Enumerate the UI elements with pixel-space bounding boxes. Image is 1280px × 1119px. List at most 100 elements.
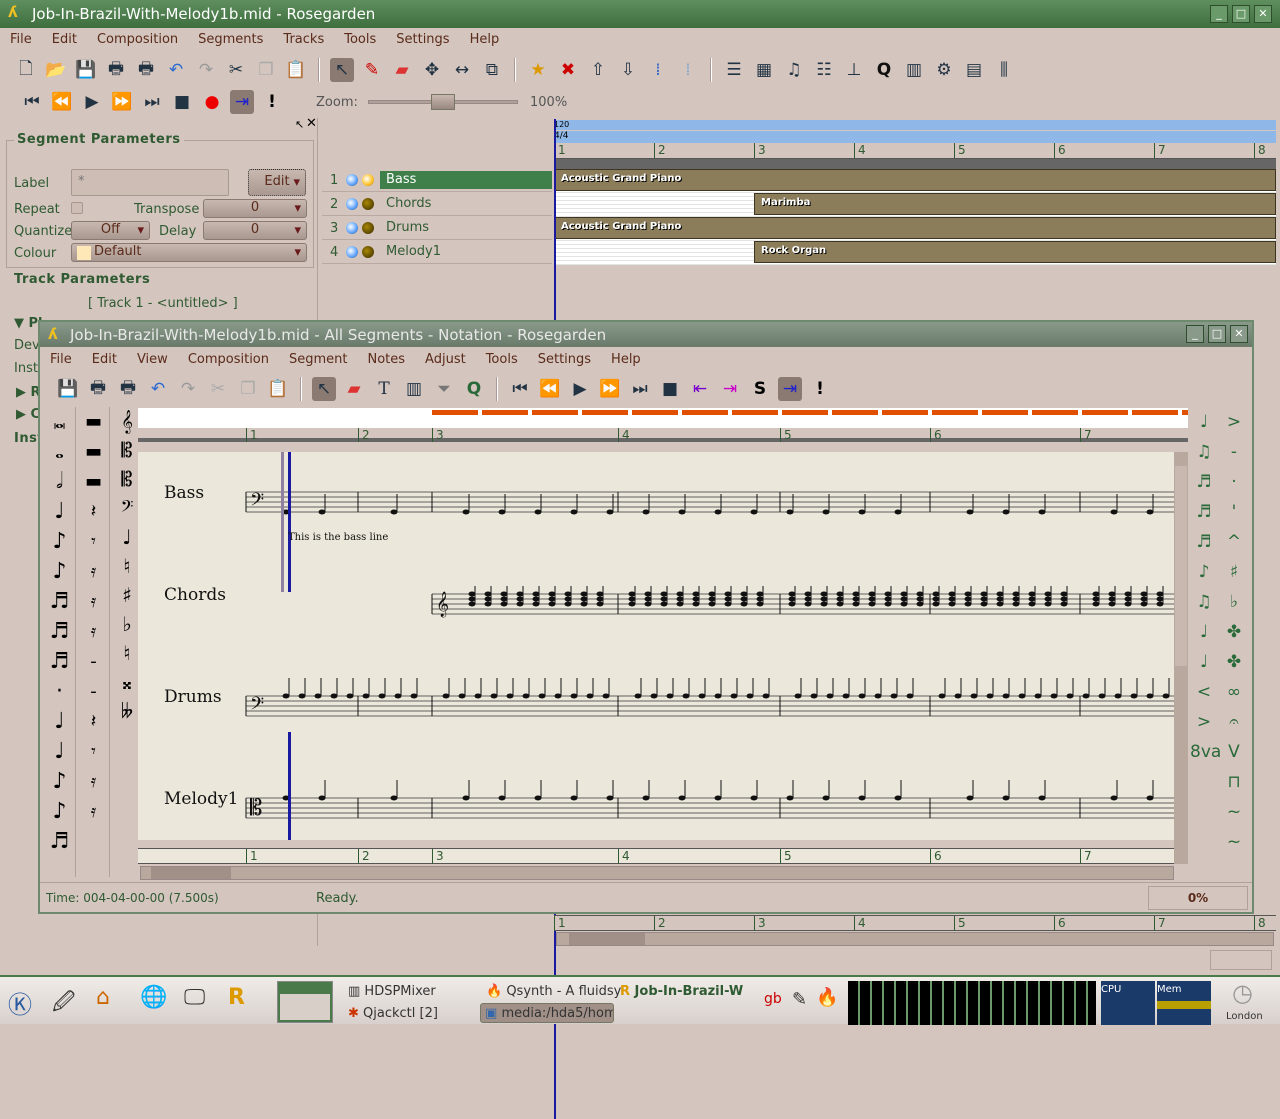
solo-icon[interactable]: S — [748, 377, 772, 401]
notation-vertical-scrollbar[interactable] — [1174, 452, 1188, 864]
notation-horizontal-scrollbar[interactable] — [140, 866, 1174, 880]
select-tool-icon[interactable]: ↖ — [330, 58, 354, 82]
print-icon[interactable]: 🖶 — [86, 377, 110, 401]
cut-icon[interactable]: ✂ — [224, 58, 248, 82]
notation-menu-segment[interactable]: Segment — [279, 352, 358, 367]
draw-tool-icon[interactable]: ✎ — [360, 58, 384, 82]
kde-menu-icon[interactable]: Ⓚ — [8, 985, 32, 1020]
keyboard-layout-icon[interactable]: gb — [764, 991, 782, 1007]
segment-drums[interactable]: Acoustic Grand Piano — [554, 217, 1276, 239]
terminal-icon[interactable]: 🖵 — [184, 985, 205, 1010]
menu-file[interactable]: File — [0, 32, 42, 47]
rewind-icon[interactable]: ⏪ — [50, 90, 74, 114]
guitar-chord-icon[interactable]: ▥ — [402, 377, 426, 401]
redo-icon[interactable]: ↷ — [194, 58, 218, 82]
fast-forward-icon[interactable]: ⏩ — [598, 377, 622, 401]
notation-close-button[interactable]: ✕ — [1230, 325, 1248, 343]
mark-palette[interactable]: ♩ ♫ ♬ ♬ ♬ ♪ ♫ ♩ ♩ < >8va > - · ' ^ ♯ ♭ ✤ ✤ ∞ 𝄐 V ⊓ ~ ~ — [1190, 407, 1250, 877]
menu-composition[interactable]: Composition — [87, 32, 188, 47]
loop-end-icon[interactable]: ⇥ — [718, 377, 742, 401]
track-label[interactable]: Drums — [380, 219, 552, 237]
event-list-icon[interactable]: ☷ — [812, 58, 836, 82]
task-qjackctl[interactable]: ✱ Qjackctl [2] — [348, 1006, 438, 1021]
mixer-icon[interactable]: ▥ — [902, 58, 926, 82]
print-preview-icon[interactable]: 🖶 — [116, 377, 140, 401]
devices-icon[interactable]: ⚙ — [932, 58, 956, 82]
paste-icon[interactable]: 📋 — [284, 58, 308, 82]
notation-menu-view[interactable]: View — [127, 352, 178, 367]
keyboard-icon[interactable]: ▤ — [962, 58, 986, 82]
qsynth-tray-icon[interactable]: 🔥 — [816, 987, 838, 1008]
rewind-icon[interactable]: ⏪ — [538, 377, 562, 401]
notation-menu-edit[interactable]: Edit — [82, 352, 127, 367]
quantize-select[interactable]: Off — [71, 221, 150, 240]
notation-menu-file[interactable]: File — [40, 352, 82, 367]
scrollbar-thumb[interactable] — [151, 867, 231, 879]
stop-icon[interactable]: ■ — [658, 377, 682, 401]
note-palette[interactable]: 𝅜 𝅝 𝅗𝅥 ♩ ♪ ♪ ♬ ♬ ♬ · ♩ ♩ ♪ ♪ ♬ — [44, 407, 76, 877]
task-konqueror[interactable]: ▣ media:/hda5/hom — [480, 1003, 614, 1023]
paste-icon[interactable]: 📋 — [266, 377, 290, 401]
print-icon[interactable]: 🖶 — [104, 58, 128, 82]
notation-menu-tools[interactable]: Tools — [476, 352, 528, 367]
quantize-icon[interactable]: Q — [462, 377, 486, 401]
task-qsynth[interactable]: 🔥 Qsynth - A fluidsy — [486, 984, 621, 999]
tempo-icon[interactable]: ⊥ — [842, 58, 866, 82]
segment-bass[interactable]: Acoustic Grand Piano — [554, 169, 1276, 191]
rewind-start-icon[interactable]: ⏮ — [20, 90, 44, 114]
colour-select[interactable]: Default — [71, 243, 307, 262]
zoom-slider-handle[interactable] — [431, 94, 455, 110]
horizontal-scrollbar[interactable] — [556, 932, 1274, 946]
move-tool-icon[interactable]: ✥ — [420, 58, 444, 82]
undo-icon[interactable]: ↶ — [146, 377, 170, 401]
recording-section-toggle[interactable]: ▶ R — [16, 385, 41, 400]
notation-menu-composition[interactable]: Composition — [178, 352, 279, 367]
notation-canvas[interactable]: 𝄢 𝄞 𝄢 𝄡 Bass Chords Drums Melody1 This is the ba… — [138, 452, 1174, 840]
panic-icon[interactable]: ! — [260, 90, 284, 114]
edit-label-button[interactable]: Edit — [248, 169, 306, 196]
play-icon[interactable]: ▶ — [80, 90, 104, 114]
zoom-slider[interactable] — [368, 94, 518, 110]
label-field[interactable]: * — [71, 169, 229, 196]
menu-settings[interactable]: Settings — [386, 32, 459, 47]
record-led[interactable] — [362, 174, 374, 186]
loop-ruler[interactable] — [554, 159, 1276, 169]
task-rosegarden[interactable]: R Job-In-Brazil-W — [620, 984, 743, 999]
text-annotation[interactable]: This is the bass line — [288, 532, 388, 543]
menu-segments[interactable]: Segments — [188, 32, 273, 47]
tempo-ruler[interactable]: 120 — [554, 120, 1276, 130]
forward-end-icon[interactable]: ⏭ — [628, 377, 652, 401]
resize-tool-icon[interactable]: ↔ — [450, 58, 474, 82]
klipper-icon[interactable]: ✎ — [792, 989, 807, 1010]
filter-icon[interactable]: ⏷ — [432, 377, 456, 401]
record-led[interactable] — [362, 246, 374, 258]
staff-section-toggle[interactable]: ▶ C — [16, 407, 40, 422]
redo-icon[interactable]: ↷ — [176, 377, 200, 401]
matrix-editor-icon[interactable]: ☰ — [722, 58, 746, 82]
transpose-select[interactable]: 0 — [203, 199, 307, 218]
mute-all-icon[interactable]: ⁞ — [646, 58, 670, 82]
audio-mixer-icon[interactable]: ⫼ — [992, 58, 1016, 82]
track-row[interactable]: 4 Melody1 — [322, 242, 552, 264]
notation-editor-icon[interactable]: ♫ — [782, 58, 806, 82]
repeat-checkbox[interactable] — [71, 202, 83, 214]
rest-palette[interactable]: ▬ ▬ ▬ 𝄽 𝄾 𝄿 𝄿 𝄿 - - 𝄽 𝄾 𝄿 𝄿 — [78, 407, 110, 877]
fast-forward-icon[interactable]: ⏩ — [110, 90, 134, 114]
forward-end-icon[interactable]: ⏭ — [140, 90, 164, 114]
menu-help[interactable]: Help — [460, 32, 510, 47]
new-icon[interactable]: 🗋 — [14, 58, 38, 82]
minimize-button[interactable]: _ — [1210, 5, 1228, 23]
record-led[interactable] — [362, 198, 374, 210]
track-row[interactable]: 2 Chords — [322, 194, 552, 216]
panic-icon[interactable]: ! — [808, 377, 832, 401]
notation-header-rulers[interactable]: 1 2 3 4 5 6 7 — [138, 408, 1188, 442]
erase-tool-icon[interactable]: ▰ — [342, 377, 366, 401]
percussion-editor-icon[interactable]: ▦ — [752, 58, 776, 82]
home-icon[interactable]: ⌂ — [96, 985, 110, 1010]
bar-ruler[interactable]: 12345678 — [554, 143, 1276, 159]
notation-menu-adjust[interactable]: Adjust — [415, 352, 476, 367]
delay-select[interactable]: 0 — [203, 221, 307, 240]
notation-menu-help[interactable]: Help — [601, 352, 651, 367]
task-hdspmixer[interactable]: ▥ HDSPMixer — [348, 984, 436, 999]
notation-maximize-button[interactable]: □ — [1208, 325, 1226, 343]
